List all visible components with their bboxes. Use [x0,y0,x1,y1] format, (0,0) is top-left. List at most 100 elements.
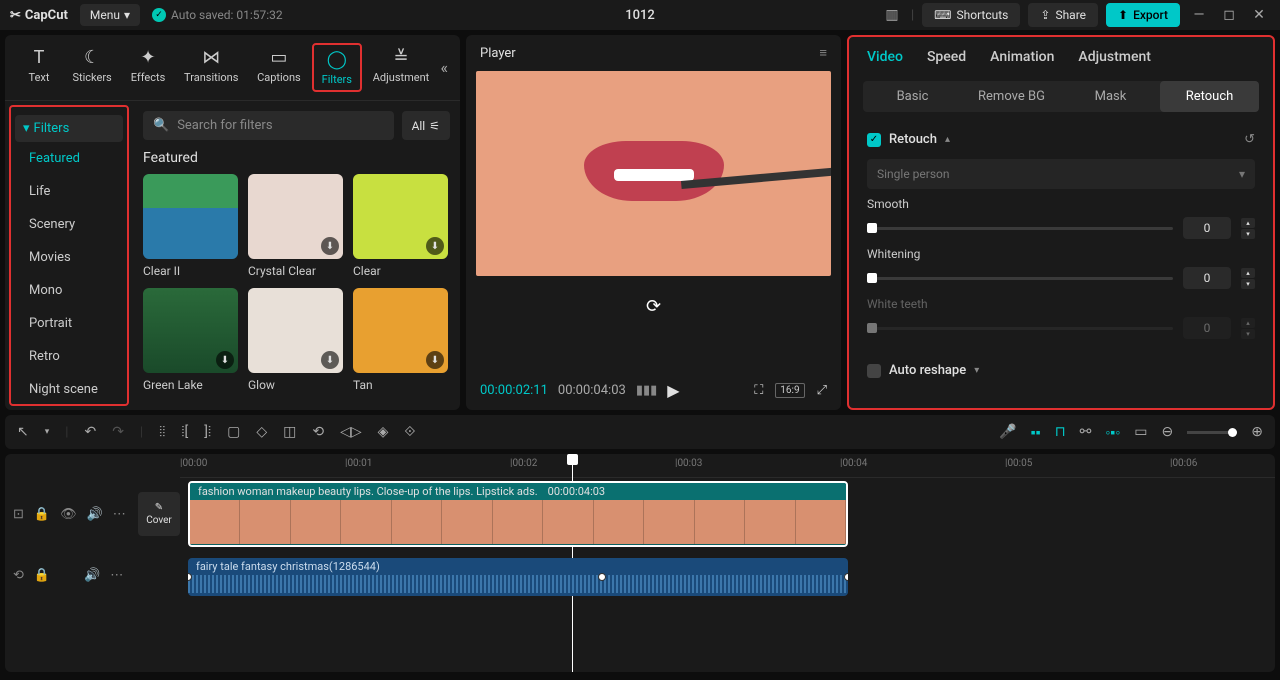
tool-captions[interactable]: ▭Captions [250,43,308,92]
filter-card[interactable]: ⬇Glow [248,288,343,392]
fullscreen-icon[interactable]: ⤢ [817,383,827,398]
snap-icon[interactable]: ▪▪ [1031,424,1041,441]
sidebar-item-movies[interactable]: Movies [15,241,123,274]
time-ruler[interactable]: |00:00|00:01|00:02|00:03|00:04|00:05|00:… [180,454,1275,478]
subtab-mask[interactable]: Mask [1061,81,1160,112]
filter-card[interactable]: ⬇Tan [353,288,448,392]
sidebar-item-scenery[interactable]: Scenery [15,208,123,241]
chevron-up-icon[interactable]: ▴ [945,134,950,145]
link-icon[interactable]: ⚯ [1080,424,1092,440]
more-icon[interactable]: ⋯ [113,507,126,522]
delete-icon[interactable]: ▢ [227,424,240,440]
smooth-value[interactable]: 0 [1183,217,1231,239]
player-menu-icon[interactable]: ≡ [819,45,827,61]
mute-icon[interactable]: 🔊 [84,568,100,583]
undo-icon[interactable]: ↶ [84,424,96,440]
download-icon[interactable]: ⬇ [426,351,444,369]
subtab-remove-bg[interactable]: Remove BG [962,81,1061,112]
tool-text[interactable]: TText [17,43,61,92]
whitening-slider[interactable] [867,277,1173,280]
mark-icon[interactable]: ◇ [256,424,267,440]
whitening-stepper[interactable]: ▴▾ [1241,268,1255,289]
mirror-icon[interactable]: ◁▷ [340,424,362,440]
sidebar-item-life[interactable]: Life [15,175,123,208]
tab-video[interactable]: Video [867,49,903,65]
menu-button[interactable]: Menu▾ [80,4,140,26]
tool-adjustment[interactable]: ≚Adjustment [366,43,437,92]
frame-icon[interactable]: ◫ [283,424,296,440]
zoom-out-icon[interactable]: ⊖ [1162,424,1174,440]
download-icon[interactable]: ⬇ [321,351,339,369]
trim-right-icon[interactable]: ]⦙ [204,424,211,440]
layout-icon[interactable]: ▥ [881,7,903,23]
close-button[interactable]: ✕ [1248,7,1270,23]
zoom-slider[interactable] [1187,431,1237,434]
maximize-button[interactable]: ◻ [1218,7,1240,23]
tool-stickers[interactable]: ☾Stickers [65,43,119,92]
fade-mid-handle[interactable] [598,573,606,581]
lock-icon[interactable]: 🔒 [34,507,50,522]
track-settings-icon[interactable]: ⟲ [13,568,24,583]
filter-card[interactable]: Clear II [143,174,238,278]
reset-icon[interactable]: ↺ [1244,132,1255,147]
trim-left-icon[interactable]: ⦙[ [181,424,188,440]
download-icon[interactable]: ⬇ [426,237,444,255]
quality-icon[interactable]: ▮▮▮ [636,383,657,398]
sync-icon[interactable]: ⟳ [466,296,841,317]
video-preview[interactable] [476,71,831,276]
fade-out-handle[interactable] [844,573,848,581]
collapse-button[interactable]: « [440,58,448,77]
crop-icon[interactable]: ⛶ [754,383,763,398]
whitening-value[interactable]: 0 [1183,267,1231,289]
tool-filters[interactable]: ◯Filters [312,43,361,92]
auto-reshape-checkbox[interactable] [867,364,881,378]
chevron-down-icon[interactable]: ▾ [45,427,50,437]
retouch-checkbox[interactable]: ✓ [867,133,881,147]
filter-card[interactable]: ⬇Crystal Clear [248,174,343,278]
zoom-in-icon[interactable]: ⊕ [1251,424,1263,440]
tab-adjustment[interactable]: Adjustment [1078,49,1151,65]
shortcuts-button[interactable]: ⌨Shortcuts [922,3,1020,27]
smooth-slider[interactable] [867,227,1173,230]
sidebar-item-retro[interactable]: Retro [15,340,123,373]
rotate-icon[interactable]: ◈ [378,424,389,440]
sidebar-item-portrait[interactable]: Portrait [15,307,123,340]
share-button[interactable]: ⇪Share [1028,3,1098,27]
split-icon[interactable]: ⦙⦙ [159,424,165,440]
smooth-stepper[interactable]: ▴▾ [1241,218,1255,239]
reverse-icon[interactable]: ⟲ [312,424,324,440]
audio-clip[interactable]: fairy tale fantasy christmas(1286544) [188,558,848,596]
lock-icon[interactable]: 🔒 [34,568,50,583]
search-input[interactable]: 🔍Search for filters [143,111,394,140]
track-settings-icon[interactable]: ⊡ [13,507,24,522]
subtab-basic[interactable]: Basic [863,81,962,112]
more-icon[interactable]: ⋯ [110,568,123,583]
crop-icon[interactable]: ⟐ [404,424,415,440]
person-select[interactable]: Single person▾ [867,159,1255,189]
subtab-retouch[interactable]: Retouch [1160,81,1259,112]
sidebar-item-night-scene[interactable]: Night scene [15,373,123,406]
preview-icon[interactable]: ▭ [1134,424,1147,440]
cover-button[interactable]: ✎Cover [138,492,180,536]
download-icon[interactable]: ⬇ [216,351,234,369]
minimize-button[interactable]: — [1188,7,1210,23]
mute-icon[interactable]: 🔊 [87,507,103,522]
play-button[interactable]: ▶ [667,381,679,400]
filter-card[interactable]: ⬇Green Lake [143,288,238,392]
tab-animation[interactable]: Animation [990,49,1054,65]
mic-icon[interactable]: 🎤 [999,424,1016,440]
magnet-icon[interactable]: ⊓ [1055,424,1066,440]
tool-transitions[interactable]: ⋈Transitions [177,43,246,92]
download-icon[interactable]: ⬇ [321,237,339,255]
video-clip[interactable]: fashion woman makeup beauty lips. Close-… [188,481,848,547]
sidebar-header[interactable]: ▾Filters [15,115,123,142]
eye-icon[interactable]: 👁 [60,507,77,522]
redo-icon[interactable]: ↷ [112,424,124,440]
sidebar-item-featured[interactable]: Featured [15,142,123,175]
export-button[interactable]: ⬆Export [1106,3,1180,27]
tool-effects[interactable]: ✦Effects [123,43,173,92]
filter-all-button[interactable]: All⚟ [402,111,450,140]
tab-speed[interactable]: Speed [927,49,966,65]
aspect-ratio[interactable]: 16:9 [775,383,804,398]
filter-card[interactable]: ⬇Clear [353,174,448,278]
